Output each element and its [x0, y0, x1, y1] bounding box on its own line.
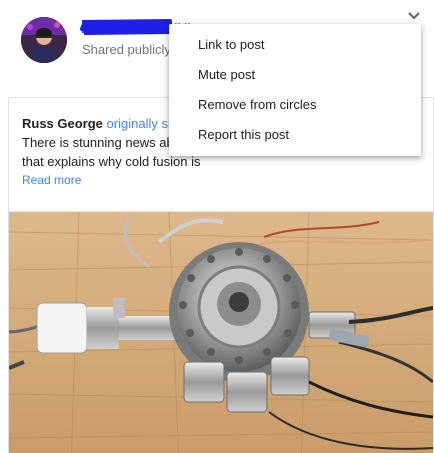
avatar[interactable]	[21, 17, 67, 63]
read-more-link[interactable]: Read more	[22, 173, 81, 187]
menu-item-link-to-post[interactable]: Link to post	[169, 30, 421, 60]
share-scope[interactable]: Shared publicly	[82, 42, 171, 57]
post-overflow-menu: Link to post Mute post Remove from circl…	[169, 24, 421, 156]
chevron-down-icon	[408, 12, 420, 20]
vacuum-chamber-photo	[9, 212, 433, 453]
menu-item-remove-from-circles[interactable]: Remove from circles	[169, 90, 421, 120]
post-page: Xiaoming Zheng Shared publicly Russ Geor…	[0, 0, 434, 453]
name-redaction-scribble	[80, 19, 172, 35]
menu-item-report-post[interactable]: Report this post	[169, 120, 421, 150]
avatar-photo	[21, 17, 67, 63]
post-menu-button[interactable]	[404, 6, 424, 26]
menu-item-mute-post[interactable]: Mute post	[169, 60, 421, 90]
post-image[interactable]	[9, 211, 433, 453]
original-author-link[interactable]: Russ George	[22, 116, 103, 131]
